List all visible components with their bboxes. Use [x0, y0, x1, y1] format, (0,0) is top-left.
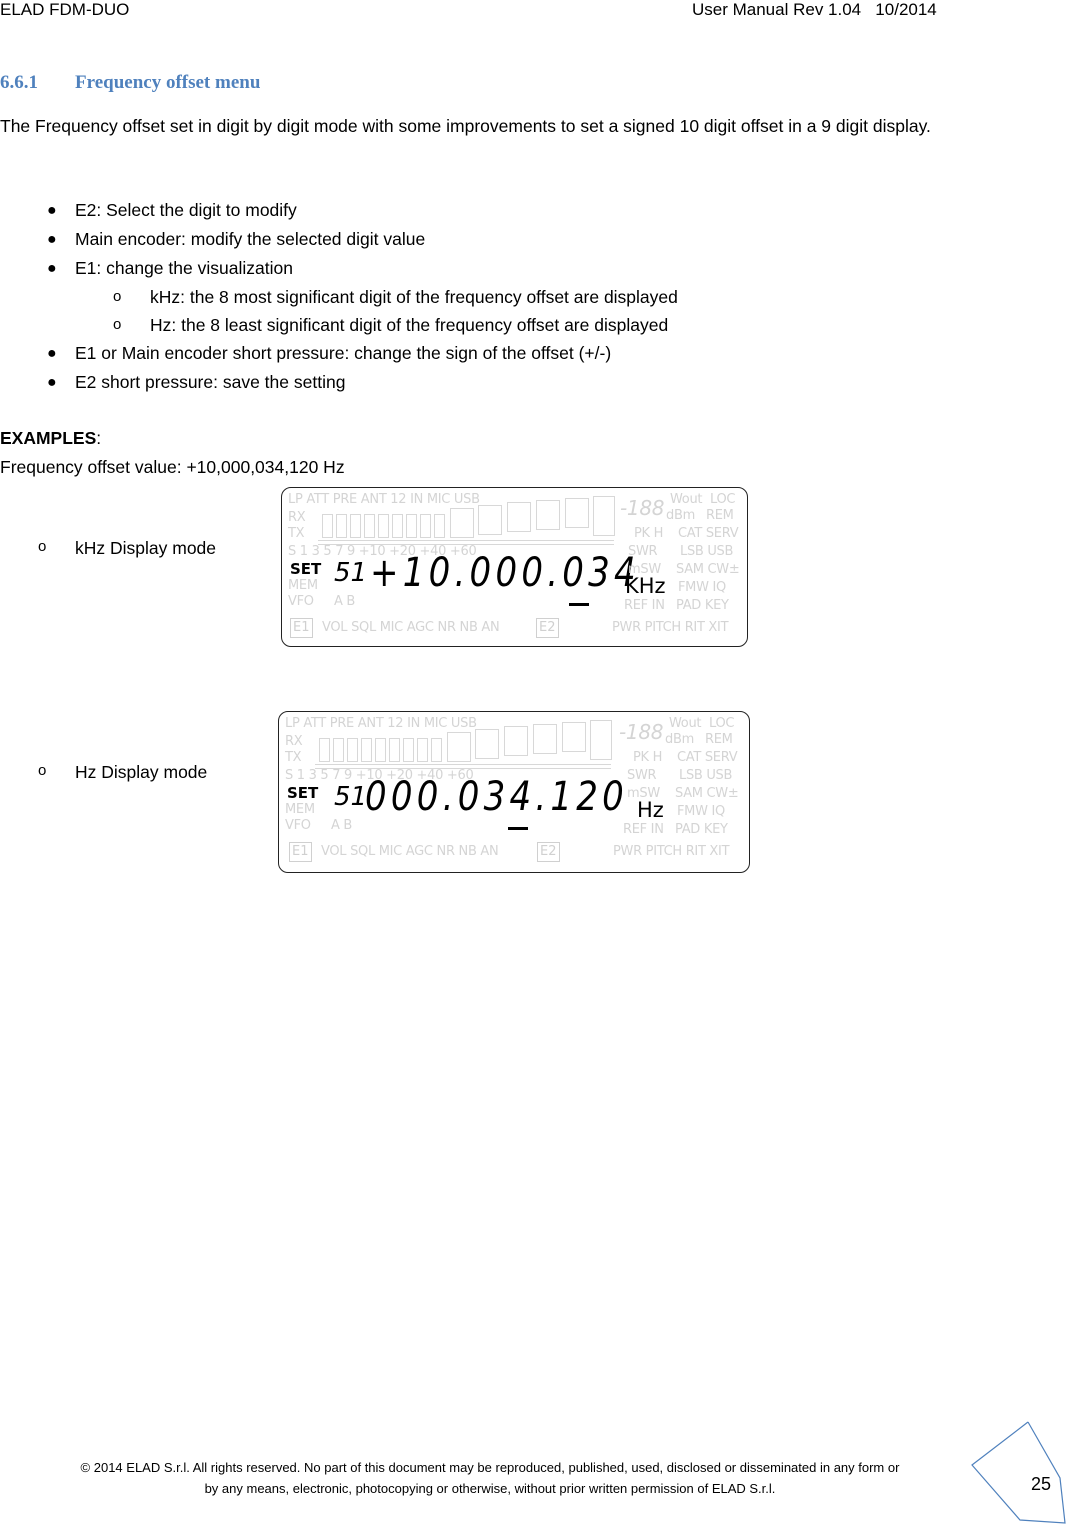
- lcd-e1-indicator: E1: [289, 842, 312, 862]
- lcd-e2-indicator: E2: [536, 618, 559, 638]
- section-title: Frequency offset menu: [75, 72, 261, 93]
- examples-heading: EXAMPLES: [0, 428, 97, 448]
- bullet-icon: ●: [47, 202, 57, 219]
- page-tab-icon: [971, 1421, 1066, 1524]
- intro-paragraph: The Frequency offset set in digit by dig…: [0, 116, 931, 136]
- lcd-frequency-digits: 000.034.120: [365, 774, 629, 820]
- lcd-rx-indicator: RX: [288, 510, 306, 525]
- lcd-e2-indicator: E2: [537, 842, 560, 862]
- lcd-s-digits: 51: [334, 558, 368, 588]
- bullet-icon: ●: [47, 231, 57, 248]
- lcd-digit-cursor: [569, 603, 589, 606]
- lcd-ab-indicator: A B: [331, 818, 353, 833]
- bullet-icon: ●: [47, 260, 57, 277]
- header-manual-revision: User Manual Rev 1.04 10/2014: [692, 0, 937, 19]
- lcd-indicator-row: LP ATT PRE ANT 12 IN MIC USB: [285, 716, 477, 731]
- example-value: Frequency offset value: +10,000,034,120 …: [0, 457, 345, 477]
- examples-block: EXAMPLES: Frequency offset value: +10,00…: [0, 424, 345, 482]
- bullet-icon: ●: [47, 374, 57, 391]
- circle-bullet-icon: o: [38, 762, 47, 779]
- lcd-indicator-row: LP ATT PRE ANT 12 IN MIC USB: [288, 492, 480, 507]
- lcd-vfo-indicator: VFO: [288, 594, 314, 609]
- lcd-function-labels: VOL SQL MIC AGC NR NB AN: [322, 620, 500, 635]
- lcd-ab-indicator: A B: [334, 594, 356, 609]
- lcd-tx-indicator: TX: [288, 526, 305, 541]
- lcd-function-labels-right: PWR PITCH RIT XIT: [612, 620, 729, 635]
- bullet-icon: ●: [47, 345, 57, 362]
- lcd-function-labels-right: PWR PITCH RIT XIT: [613, 844, 730, 859]
- header-product-name: ELAD FDM-DUO: [0, 0, 130, 19]
- lcd-set-indicator: SET: [290, 560, 322, 578]
- circle-bullet-icon: o: [113, 316, 122, 333]
- lcd-tx-indicator: TX: [285, 750, 302, 765]
- lcd-display-hz: LP ATT PRE ANT 12 IN MIC USB RX TX S 1 3…: [278, 711, 750, 873]
- lcd-set-indicator: SET: [287, 784, 319, 802]
- lcd-mem-indicator: MEM: [288, 578, 318, 593]
- lcd-s-digits: 51: [334, 782, 368, 812]
- lcd-e1-indicator: E1: [290, 618, 313, 638]
- lcd-unit-label: KHz: [625, 574, 666, 598]
- lcd-digit-cursor: [508, 827, 528, 830]
- lcd-function-labels: VOL SQL MIC AGC NR NB AN: [321, 844, 499, 859]
- circle-bullet-icon: o: [38, 538, 47, 555]
- lcd-unit-label: Hz: [637, 798, 664, 822]
- section-number: 6.6.1: [0, 72, 38, 93]
- copyright-footer: © 2014 ELAD S.r.l. All rights reserved. …: [80, 1460, 900, 1496]
- lcd-frequency-digits: +10.000.034: [370, 550, 640, 596]
- circle-bullet-icon: o: [113, 288, 122, 305]
- lcd-vfo-indicator: VFO: [285, 818, 311, 833]
- section-heading: 6.6.1 Frequency offset menu: [0, 72, 260, 94]
- page-number: 25: [1031, 1474, 1052, 1494]
- lcd-rx-indicator: RX: [285, 734, 303, 749]
- lcd-display-khz: LP ATT PRE ANT 12 IN MIC USB RX TX S 1 3…: [281, 487, 748, 647]
- lcd-mem-indicator: MEM: [285, 802, 315, 817]
